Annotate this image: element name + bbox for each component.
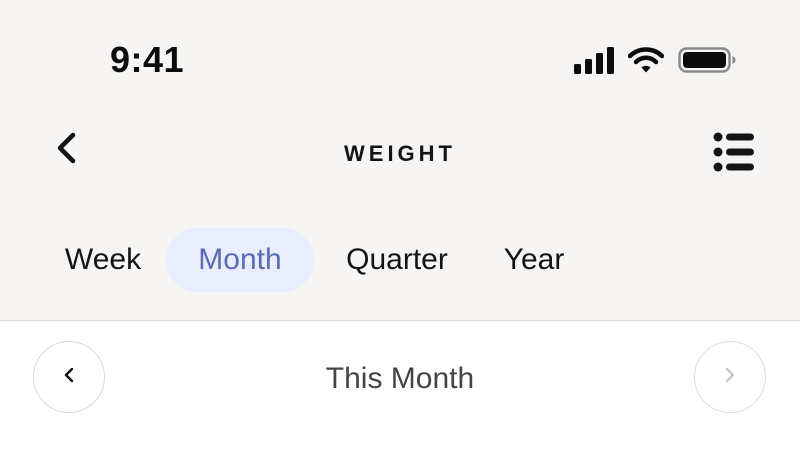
status-time: 9:41 xyxy=(110,39,185,80)
tab-week[interactable]: Week xyxy=(40,228,166,292)
period-label: This Month xyxy=(325,362,475,395)
divider xyxy=(0,320,800,321)
page-title: WEIGHT xyxy=(344,141,456,166)
battery-icon xyxy=(678,46,736,74)
next-period-button[interactable] xyxy=(694,341,766,413)
tab-year[interactable]: Year xyxy=(480,228,588,292)
signal-icon xyxy=(574,46,616,74)
tab-quarter[interactable]: Quarter xyxy=(314,228,480,292)
list-view-button[interactable] xyxy=(706,126,762,182)
period-tabs: Week Month Quarter Year xyxy=(40,228,588,292)
status-icons xyxy=(574,44,736,76)
chevron-right-icon xyxy=(724,367,736,388)
wifi-icon xyxy=(627,46,665,74)
tab-month[interactable]: Month xyxy=(166,228,314,292)
list-icon xyxy=(713,132,755,177)
